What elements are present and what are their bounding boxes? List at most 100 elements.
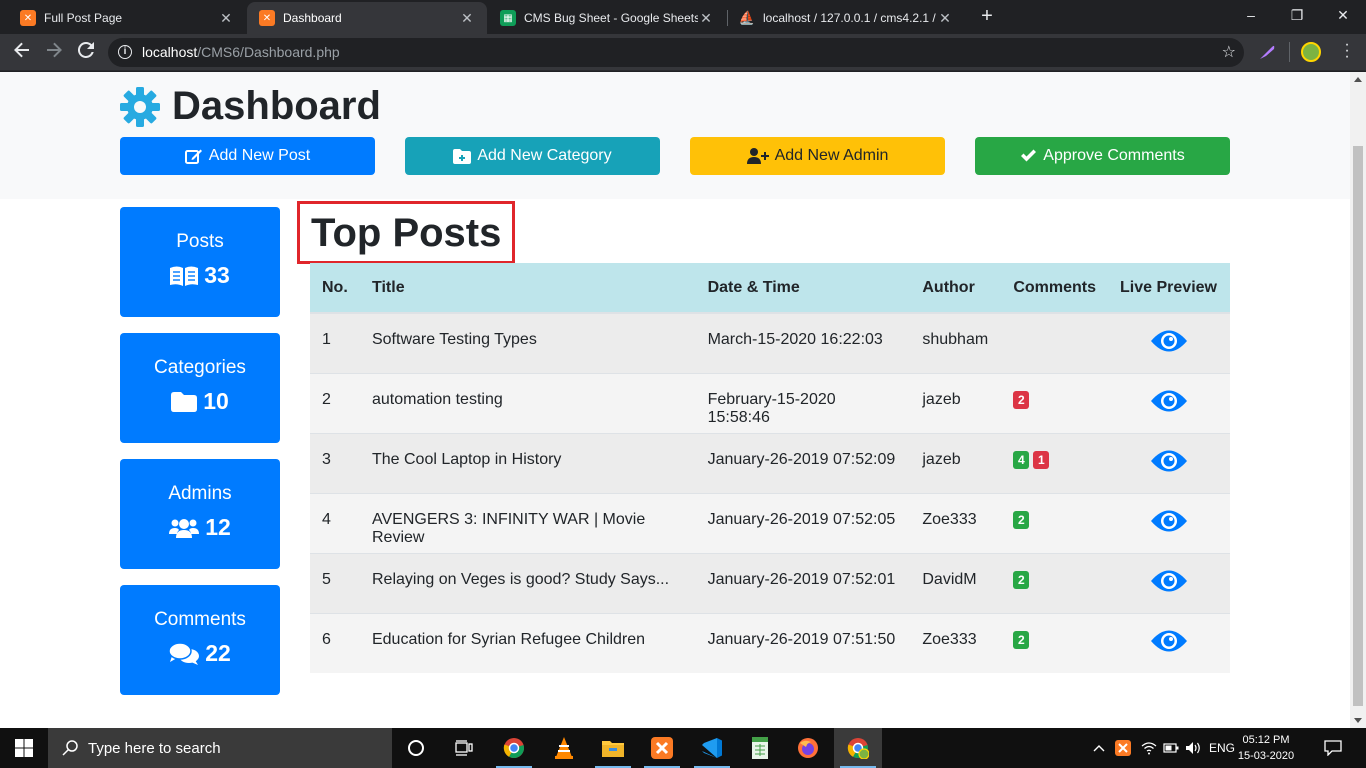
wifi-icon[interactable]	[1138, 728, 1160, 768]
pending-comments-badge: 1	[1033, 450, 1050, 469]
cell-no: 3	[310, 432, 360, 493]
cell-comments	[1001, 312, 1109, 373]
vlc-taskbar-icon[interactable]	[540, 728, 588, 768]
scrollbar-thumb[interactable]	[1353, 146, 1363, 706]
xampp-tray-icon[interactable]	[1112, 728, 1134, 768]
browser-tab-phpmyadmin[interactable]: ⛵ localhost / 127.0.0.1 / cms4.2.1 / ✕	[727, 2, 965, 34]
page-viewport: Dashboard Add New Post Add New Category …	[0, 72, 1350, 728]
tab-title: Full Post Page	[44, 11, 123, 25]
eye-icon[interactable]	[1150, 628, 1188, 659]
vscode-taskbar-icon[interactable]	[688, 728, 736, 768]
scroll-down-arrow-icon[interactable]	[1354, 718, 1362, 723]
reload-icon	[77, 41, 94, 58]
taskbar-clock[interactable]: 05:12 PM 15-03-2020	[1234, 732, 1298, 764]
cortana-button[interactable]	[392, 728, 440, 768]
cell-date: January-26-2019 07:52:05	[695, 492, 911, 553]
profile-avatar[interactable]	[1301, 42, 1321, 62]
cell-author: DavidM	[910, 552, 1002, 613]
cell-live-preview	[1108, 492, 1230, 553]
feather-extension-icon[interactable]	[1257, 42, 1277, 62]
browser-tab-full-post[interactable]: ✕ Full Post Page ✕	[8, 2, 246, 34]
stat-value-row: 22	[120, 640, 280, 667]
browser-tab-google-sheets[interactable]: ▦ CMS Bug Sheet - Google Sheets ✕	[488, 2, 726, 34]
column-header: Author	[910, 263, 1002, 314]
cell-comments: 2	[1001, 372, 1109, 433]
show-hidden-icons-button[interactable]	[1090, 728, 1108, 768]
bookmark-star-icon[interactable]: ☆	[1222, 38, 1236, 67]
volume-icon[interactable]	[1182, 728, 1206, 768]
close-tab-icon[interactable]: ✕	[459, 10, 475, 27]
admins-stat-card[interactable]: Admins 12	[120, 459, 280, 569]
firefox-taskbar-icon[interactable]	[784, 728, 832, 768]
address-bar[interactable]: i localhost/CMS6/Dashboard.php ☆	[108, 38, 1244, 67]
cell-no: 5	[310, 552, 360, 613]
eye-icon[interactable]	[1150, 328, 1188, 359]
new-tab-button[interactable]: +	[975, 4, 999, 28]
page-scrollbar[interactable]	[1350, 72, 1366, 728]
eye-icon[interactable]	[1150, 388, 1188, 419]
categories-stat-card[interactable]: Categories 10	[120, 333, 280, 443]
minimize-window-button[interactable]: –	[1228, 0, 1274, 32]
arrow-left-icon	[14, 42, 29, 58]
tab-title: localhost / 127.0.0.1 / cms4.2.1 /	[763, 11, 936, 25]
sheets-app-taskbar-icon[interactable]	[736, 728, 784, 768]
browser-menu-button[interactable]: · · ·	[1340, 37, 1354, 65]
close-window-button[interactable]: ✕	[1320, 0, 1366, 32]
info-icon[interactable]: i	[118, 45, 132, 59]
close-tab-icon[interactable]: ✕	[937, 10, 953, 27]
maximize-window-button[interactable]: ❐	[1274, 0, 1320, 32]
cell-date: January-26-2019 07:52:01	[695, 552, 911, 613]
column-header: Date & Time	[695, 263, 911, 314]
add-new-category-button[interactable]: Add New Category	[405, 137, 660, 175]
cell-date: March-15-2020 16:22:03	[695, 312, 911, 373]
posts-stat-card[interactable]: Posts 33	[120, 207, 280, 317]
cell-no: 1	[310, 312, 360, 373]
button-label: Add New Admin	[774, 147, 889, 164]
search-icon	[62, 740, 78, 756]
approved-comments-badge: 2	[1013, 630, 1030, 649]
file-explorer-taskbar-icon[interactable]	[589, 728, 637, 768]
chrome-profile-taskbar-icon[interactable]	[834, 728, 882, 768]
action-center-button[interactable]	[1318, 728, 1348, 768]
add-new-admin-button[interactable]: Add New Admin	[690, 137, 945, 175]
toolbar-separator	[1289, 42, 1290, 62]
back-button[interactable]	[10, 40, 34, 64]
taskbar-search-box[interactable]: Type here to search	[48, 728, 392, 768]
cell-author: jazeb	[910, 372, 1002, 433]
cell-live-preview	[1108, 372, 1230, 433]
stat-value-row: 33	[120, 262, 280, 289]
cell-live-preview	[1108, 312, 1230, 373]
battery-icon[interactable]	[1160, 728, 1182, 768]
cell-author: Zoe333	[910, 612, 1002, 673]
scroll-up-arrow-icon[interactable]	[1354, 77, 1362, 82]
gear-icon	[120, 86, 160, 127]
close-tab-icon[interactable]: ✕	[698, 10, 714, 27]
reload-button[interactable]	[74, 40, 98, 64]
cell-comments: 41	[1001, 432, 1109, 493]
table-row: 3 The Cool Laptop in History January-26-20…	[310, 432, 1230, 493]
stat-label: Comments	[154, 609, 246, 630]
table-header-row: No. Title Date & Time Author Comments Li…	[310, 263, 1230, 314]
folder-icon	[171, 391, 198, 412]
start-button[interactable]	[0, 728, 48, 768]
task-view-button[interactable]	[440, 728, 488, 768]
eye-icon[interactable]	[1150, 508, 1188, 539]
close-tab-icon[interactable]: ✕	[218, 10, 234, 27]
eye-icon[interactable]	[1150, 568, 1188, 599]
chrome-taskbar-icon[interactable]	[490, 728, 538, 768]
eye-icon[interactable]	[1150, 448, 1188, 479]
approved-comments-badge: 4	[1013, 450, 1030, 469]
language-indicator[interactable]: ENG	[1208, 728, 1236, 768]
forward-button[interactable]	[42, 40, 66, 64]
tab-title: Dashboard	[283, 11, 342, 25]
cell-title: Education for Syrian Refugee Children	[359, 612, 696, 673]
comments-stat-card[interactable]: Comments 22	[120, 585, 280, 695]
approve-comments-button[interactable]: Approve Comments	[975, 137, 1230, 175]
windows-logo-icon	[15, 739, 33, 757]
cell-no: 2	[310, 372, 360, 433]
cell-author: jazeb	[910, 432, 1002, 493]
browser-tab-dashboard[interactable]: ✕ Dashboard ✕	[247, 2, 487, 34]
xampp-taskbar-icon[interactable]	[638, 728, 686, 768]
add-new-post-button[interactable]: Add New Post	[120, 137, 375, 175]
cell-title: automation testing	[359, 372, 696, 433]
